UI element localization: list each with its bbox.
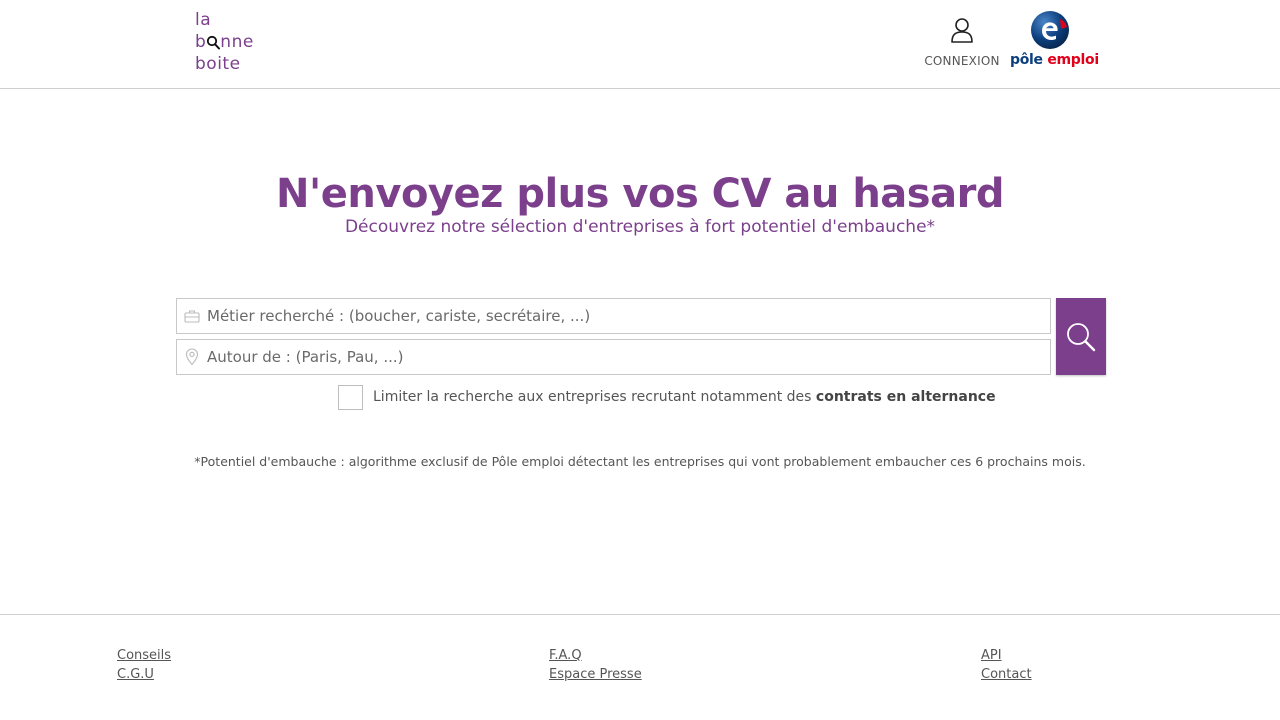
footer-column-3: API Contact (981, 646, 1032, 684)
footer-link-espace-presse[interactable]: Espace Presse (549, 665, 642, 684)
footer-link-contact[interactable]: Contact (981, 665, 1032, 684)
user-icon (951, 18, 973, 43)
logo-line-1: la (195, 10, 212, 30)
briefcase-icon (177, 299, 207, 333)
footer-link-api[interactable]: API (981, 646, 1032, 665)
logo-line-3: boite (195, 54, 241, 74)
site-header: la b nne boite CONNEXION pôle emploi (0, 0, 1280, 89)
location-search-field (176, 339, 1051, 375)
connexion-button[interactable]: CONNEXION (922, 16, 1002, 74)
job-search-field (176, 298, 1051, 334)
la-bonne-boite-logo[interactable]: la b nne boite (195, 9, 254, 75)
alternance-label[interactable]: Limiter la recherche aux entreprises rec… (373, 389, 996, 405)
magnifier-icon (206, 34, 221, 50)
logo-line-2: b nne (195, 32, 254, 52)
hiring-potential-note: *Potentiel d'embauche : algorithme exclu… (194, 454, 1086, 469)
footer-link-conseils[interactable]: Conseils (117, 646, 171, 665)
search-icon (1067, 322, 1096, 351)
connexion-label: CONNEXION (924, 54, 1000, 68)
pole-emploi-logo[interactable]: pôle emploi (1010, 10, 1099, 72)
site-footer: Conseils C.G.U F.A.Q Espace Presse API C… (0, 614, 1280, 720)
footer-link-faq[interactable]: F.A.Q (549, 646, 642, 665)
location-pin-icon (177, 340, 207, 374)
pole-emploi-ball-icon (1031, 11, 1069, 49)
hero-title: N'envoyez plus vos CV au hasard (276, 171, 1004, 217)
pole-emploi-wordmark: pôle emploi (1010, 52, 1099, 68)
hero-subtitle: Découvrez notre sélection d'entreprises … (344, 217, 936, 237)
footer-link-cgu[interactable]: C.G.U (117, 665, 171, 684)
job-search-input[interactable] (207, 300, 1027, 332)
location-search-input[interactable] (207, 341, 1027, 373)
alternance-checkbox[interactable] (338, 384, 363, 410)
alternance-filter: Limiter la recherche aux entreprises rec… (338, 384, 996, 410)
search-button[interactable] (1056, 298, 1106, 375)
footer-column-1: Conseils C.G.U (117, 646, 171, 684)
footer-column-2: F.A.Q Espace Presse (549, 646, 642, 684)
